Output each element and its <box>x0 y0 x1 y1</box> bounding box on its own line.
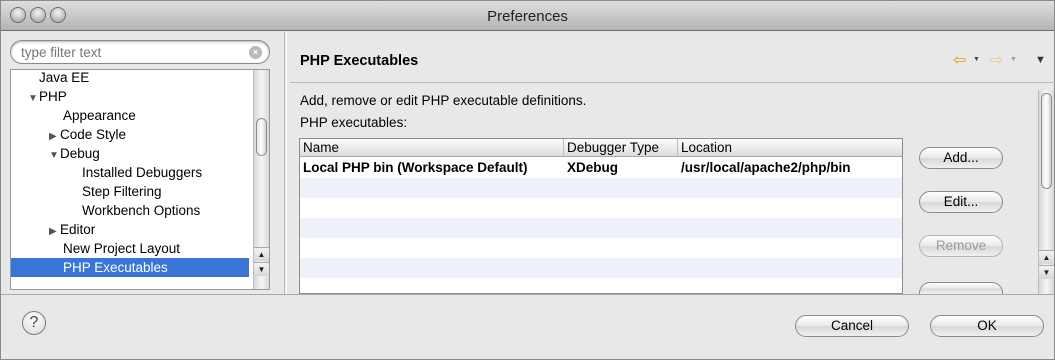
scroll-down-icon[interactable]: ▼ <box>1039 265 1054 279</box>
tree-item-new-project-layout[interactable]: New Project Layout <box>11 239 249 258</box>
table-row-empty <box>300 178 902 198</box>
tree-item-label: Installed Debuggers <box>82 165 203 180</box>
tree-item-appearance[interactable]: Appearance <box>11 106 249 125</box>
help-icon[interactable]: ? <box>22 311 46 335</box>
tree-item-java-ee[interactable]: Java EE <box>11 70 249 87</box>
partially-visible-button[interactable] <box>919 282 1003 294</box>
title-bar[interactable]: Preferences <box>1 1 1054 31</box>
forward-dropdown-icon[interactable]: ▼ <box>1010 56 1017 63</box>
clear-icon[interactable]: × <box>249 46 262 59</box>
forward-arrow-icon[interactable]: ⇨ <box>990 50 1003 70</box>
scroll-up-icon[interactable]: ▲ <box>1039 250 1054 264</box>
tree-item-label: Java EE <box>39 70 90 85</box>
tree-item-label: Editor <box>60 222 96 237</box>
table-row[interactable]: Local PHP bin (Workspace Default) XDebug… <box>300 158 902 178</box>
tree-item-editor[interactable]: ▶ Editor <box>11 220 249 239</box>
tree-item-label: Workbench Options <box>82 203 201 218</box>
tree-item-label: Appearance <box>63 108 136 123</box>
table-row-empty <box>300 238 902 258</box>
button-bar-divider <box>1 294 1054 295</box>
tree-item-debug[interactable]: ▼Debug <box>11 144 249 163</box>
tree-item-label: PHP <box>39 89 67 104</box>
tree-item-workbench-options[interactable]: Workbench Options <box>11 201 249 220</box>
remove-button[interactable]: Remove <box>919 235 1003 257</box>
preferences-window: Preferences × Java EE ▼PHP Appearance ▶C… <box>0 0 1055 360</box>
cell-name: Local PHP bin (Workspace Default) <box>303 160 528 175</box>
tree-scroll-thumb[interactable] <box>256 118 267 156</box>
cell-debugger-type: XDebug <box>567 160 619 175</box>
pane-splitter[interactable] <box>284 32 287 294</box>
tree-item-php-executables[interactable]: PHP Executables <box>11 258 249 277</box>
table-row-empty <box>300 218 902 238</box>
column-header-debugger-type[interactable]: Debugger Type <box>564 139 678 157</box>
cell-location: /usr/local/apache2/php/bin <box>681 160 851 175</box>
cancel-button[interactable]: Cancel <box>795 315 909 337</box>
tree-scrollbar[interactable]: ▲ ▼ <box>253 70 269 289</box>
tree-item-label: Step Filtering <box>82 184 162 199</box>
edit-button[interactable]: Edit... <box>919 191 1003 213</box>
window-title: Preferences <box>487 8 568 25</box>
table-row-empty <box>300 258 902 278</box>
tree-item-step-filtering[interactable]: Step Filtering <box>11 182 249 201</box>
back-dropdown-icon[interactable]: ▼ <box>973 56 980 63</box>
back-arrow-icon[interactable]: ⇦ <box>953 50 966 70</box>
filter-field[interactable]: × <box>10 40 270 64</box>
preference-tree: Java EE ▼PHP Appearance ▶ Code Style ▼Deb… <box>10 69 270 290</box>
php-executables-table[interactable]: Name Debugger Type Location Local PHP bi… <box>299 138 903 294</box>
page-scrollbar[interactable]: ▲ ▼ <box>1038 90 1054 294</box>
view-menu-icon[interactable]: ▼ <box>1035 54 1046 66</box>
executables-label: PHP executables: <box>300 115 408 130</box>
column-header-name[interactable]: Name <box>300 139 564 157</box>
tree-item-label: Code Style <box>60 127 127 142</box>
header-divider <box>290 82 1055 83</box>
page-title: PHP Executables <box>300 53 419 69</box>
scroll-down-icon[interactable]: ▼ <box>254 262 269 276</box>
scroll-up-icon[interactable]: ▲ <box>254 247 269 261</box>
table-header: Name Debugger Type Location <box>300 139 902 157</box>
tree-item-php[interactable]: ▼PHP <box>11 87 249 106</box>
tree-item-label: PHP Executables <box>63 260 168 275</box>
ok-button[interactable]: OK <box>930 315 1044 337</box>
page-scroll-thumb[interactable] <box>1041 93 1052 189</box>
tree-item-code-style[interactable]: ▶ Code Style <box>11 125 249 144</box>
page-description: Add, remove or edit PHP executable defin… <box>300 93 587 108</box>
table-row-empty <box>300 278 902 293</box>
tree-item-label: New Project Layout <box>63 241 181 256</box>
filter-input[interactable] <box>21 44 236 61</box>
table-row-empty <box>300 198 902 218</box>
column-header-location[interactable]: Location <box>678 139 902 157</box>
preference-tree-pane: × Java EE ▼PHP Appearance ▶Code Style ▼D… <box>10 38 280 290</box>
tree-item-installed-debuggers[interactable]: Installed Debuggers <box>11 163 249 182</box>
tree-item-label: Debug <box>60 146 100 161</box>
add-button[interactable]: Add... <box>919 147 1003 169</box>
preference-page: PHP Executables ⇦ ▼ ⇨ ▼ ▼ Add, remove or… <box>290 32 1055 294</box>
